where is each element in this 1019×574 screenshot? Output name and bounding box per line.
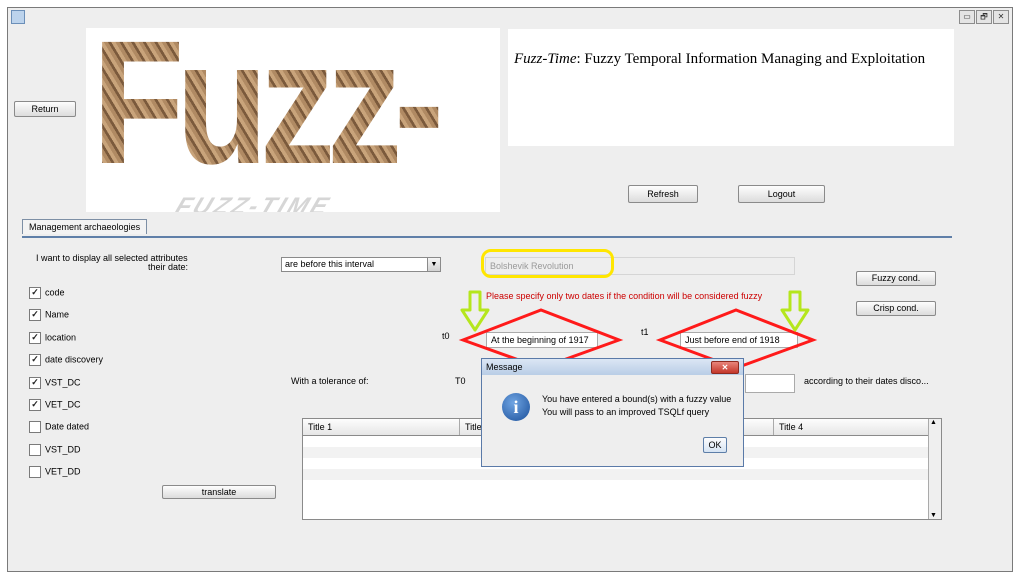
t1-field[interactable]: Just before end of 1918: [680, 332, 798, 348]
t0-field[interactable]: At the beginning of 1917: [486, 332, 598, 348]
checkbox-icon[interactable]: [29, 444, 41, 456]
checkbox-icon[interactable]: [29, 421, 41, 433]
attribute-label: VST_DD: [45, 444, 81, 455]
minimize-icon[interactable]: ▭: [959, 10, 975, 24]
dialog-message-line-1: You have entered a bound(s) with a fuzzy…: [542, 394, 732, 404]
t0-label: t0: [442, 331, 450, 341]
tab-divider: [22, 236, 952, 238]
attribute-label: VET_DC: [45, 399, 81, 410]
tolerance-field[interactable]: [745, 374, 795, 393]
table-row[interactable]: [303, 469, 931, 480]
according-label: according to their dates disco...: [804, 376, 929, 386]
chevron-down-icon[interactable]: ▼: [427, 258, 440, 271]
description-italic: Fuzz-Time: [514, 51, 577, 67]
attribute-code[interactable]: ✓ code: [29, 287, 65, 299]
refresh-button[interactable]: Refresh: [628, 185, 698, 203]
checkbox-icon[interactable]: ✓: [29, 309, 41, 321]
yellow-highlight-annotation: [481, 249, 614, 278]
dialog-title-bar: Message ✕: [482, 359, 743, 375]
condition-select[interactable]: are before this interval ▼: [281, 257, 441, 272]
checkbox-icon[interactable]: [29, 466, 41, 478]
checkbox-icon[interactable]: ✓: [29, 354, 41, 366]
t1-label: t1: [641, 327, 649, 337]
message-dialog: Message ✕ i You have entered a bound(s) …: [481, 358, 744, 467]
tab-strip: Management archaeologies: [22, 219, 148, 234]
attribute-label: VET_DD: [45, 466, 81, 477]
translate-button[interactable]: translate: [162, 485, 276, 499]
table-scrollbar[interactable]: ▲ ▼: [928, 419, 941, 519]
fuzz-time-logo: Fuzz-Time FUZZ-TIME: [86, 28, 500, 212]
attribute-label: Date dated: [45, 421, 90, 432]
attribute-label: date discovery: [45, 354, 104, 365]
checkbox-icon[interactable]: ✓: [29, 287, 41, 299]
close-icon[interactable]: ✕: [993, 10, 1009, 24]
attribute-vet-dd[interactable]: VET_DD: [29, 466, 81, 478]
attribute-location[interactable]: ✓ location: [29, 332, 76, 344]
intro-line-2: their date:: [148, 262, 189, 272]
T0-label: T0: [455, 376, 466, 386]
attribute-label: location: [45, 332, 77, 343]
scroll-down-icon[interactable]: ▼: [930, 512, 937, 519]
tolerance-label: With a tolerance of:: [291, 376, 369, 386]
table-row[interactable]: [303, 480, 931, 491]
return-button[interactable]: Return: [14, 101, 76, 117]
attribute-vst-dd[interactable]: VST_DD: [29, 444, 81, 456]
close-icon[interactable]: ✕: [711, 361, 739, 374]
scroll-up-icon[interactable]: ▲: [930, 419, 937, 426]
fuzzy-cond-button[interactable]: Fuzzy cond.: [856, 271, 936, 286]
attribute-name[interactable]: ✓ Name: [29, 309, 69, 321]
checkbox-icon[interactable]: ✓: [29, 377, 41, 389]
attribute-vst-dc[interactable]: ✓ VST_DC: [29, 377, 81, 389]
app-description: Fuzz-Time: Fuzzy Temporal Information Ma…: [508, 29, 954, 146]
attribute-label: code: [45, 287, 65, 298]
app-icon: [11, 10, 25, 24]
dialog-message-line-2: You will pass to an improved TSQLf query: [542, 407, 710, 417]
attribute-label: VST_DC: [45, 377, 81, 388]
title-bar: ▭ 🗗 ✕: [8, 8, 1012, 26]
info-icon: i: [502, 393, 530, 421]
dialog-title: Message: [486, 362, 523, 372]
logout-button[interactable]: Logout: [738, 185, 825, 203]
tab-management-archaeologies[interactable]: Management archaeologies: [22, 219, 148, 234]
fuzzy-warning: Please specify only two dates if the con…: [486, 291, 763, 301]
logo-text: Fuzz-Time: [92, 28, 444, 212]
attribute-label: Name: [45, 309, 70, 320]
checkbox-icon[interactable]: ✓: [29, 332, 41, 344]
column-header[interactable]: Title 1: [303, 419, 460, 435]
attribute-vet-dc[interactable]: ✓ VET_DC: [29, 399, 81, 411]
maximize-icon[interactable]: 🗗: [976, 10, 992, 24]
attribute-date-dated[interactable]: Date dated: [29, 421, 89, 433]
logo-shadow: FUZZ-TIME: [168, 193, 338, 212]
window-controls: ▭ 🗗 ✕: [959, 10, 1009, 24]
ok-button[interactable]: OK: [703, 437, 727, 453]
crisp-cond-button[interactable]: Crisp cond.: [856, 301, 936, 316]
attribute-date-discovery[interactable]: ✓ date discovery: [29, 354, 103, 366]
description-rest: : Fuzzy Temporal Information Managing an…: [576, 51, 926, 67]
checkbox-icon[interactable]: ✓: [29, 399, 41, 411]
column-header[interactable]: Title 4: [774, 419, 931, 435]
condition-select-value: are before this interval: [285, 259, 375, 269]
